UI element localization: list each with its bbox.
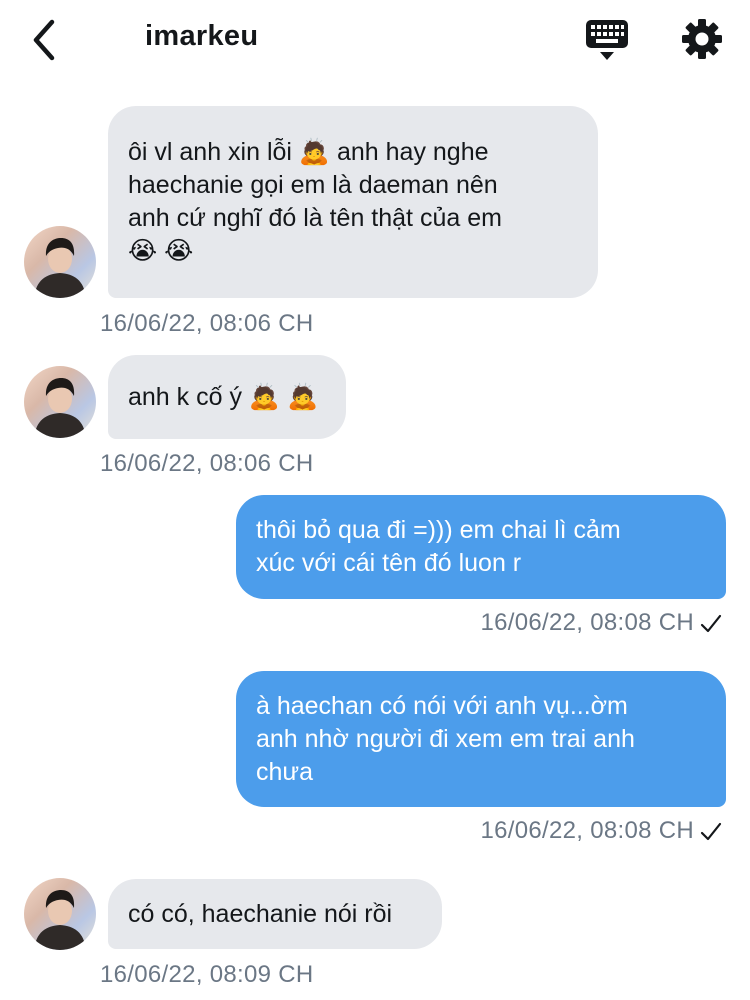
avatar[interactable] xyxy=(24,878,96,950)
chat-title[interactable]: imarkeu xyxy=(145,20,258,53)
message-bubble-incoming[interactable]: có có, haechanie nói rồi xyxy=(108,879,442,949)
message-bubble-incoming[interactable]: ôi vl anh xin lỗi 🙇 anh hay nghe haechan… xyxy=(108,106,598,298)
checkmark-icon xyxy=(700,822,722,841)
keyboard-icon xyxy=(586,20,628,60)
person-photo-icon xyxy=(34,238,86,298)
message-timestamp: 16/06/22, 08:08 CH xyxy=(480,609,694,636)
message-timestamp: 16/06/22, 08:08 CH xyxy=(480,817,694,844)
message-bubble-outgoing[interactable]: thôi bỏ qua đi =))) em chai lì cảm xúc v… xyxy=(236,495,726,599)
avatar[interactable] xyxy=(24,366,96,438)
message-text: à haechan có nói với anh vụ...ờm anh nhờ… xyxy=(256,691,635,786)
person-photo-icon xyxy=(34,890,86,950)
avatar[interactable] xyxy=(24,226,96,298)
checkmark-icon xyxy=(700,614,722,633)
message-timestamp: 16/06/22, 08:06 CH xyxy=(100,450,314,477)
message-text: thôi bỏ qua đi =))) em chai lì cảm xúc v… xyxy=(256,516,621,577)
chevron-left-icon xyxy=(33,19,55,61)
message-bubble-outgoing[interactable]: à haechan có nói với anh vụ...ờm anh nhờ… xyxy=(236,671,726,807)
message-timestamp: 16/06/22, 08:09 CH xyxy=(100,961,314,988)
message-timestamp: 16/06/22, 08:06 CH xyxy=(100,310,314,337)
message-text: có có, haechanie nói rồi xyxy=(128,899,393,928)
message-text: anh k cố ý 🙇 🙇 xyxy=(128,382,319,411)
person-photo-icon xyxy=(34,378,86,438)
back-button[interactable] xyxy=(26,18,66,62)
keyboard-button[interactable] xyxy=(584,18,630,62)
gear-icon xyxy=(682,19,722,59)
message-bubble-incoming[interactable]: anh k cố ý 🙇 🙇 xyxy=(108,355,346,439)
settings-button[interactable] xyxy=(680,17,724,61)
message-text: ôi vl anh xin lỗi 🙇 anh hay nghe haechan… xyxy=(128,138,502,265)
chat-header: imarkeu xyxy=(0,0,750,80)
